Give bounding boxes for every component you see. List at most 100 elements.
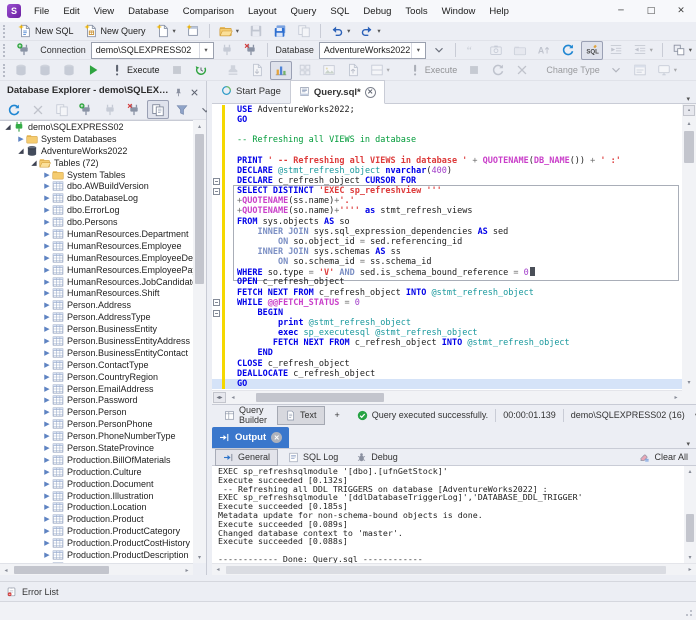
tree-item-production-culture[interactable]: ▶ Production.Culture	[0, 466, 193, 478]
caret-down-icon[interactable]: ▾	[347, 27, 350, 35]
scroll-down-icon[interactable]: ▾	[684, 552, 696, 563]
refresh-gray-button[interactable]	[487, 61, 509, 80]
tree-item-person-emailaddress[interactable]: ▶ Person.EmailAddress	[0, 383, 193, 395]
caret-down-icon[interactable]: ▾	[387, 66, 390, 74]
menu-window[interactable]: Window	[435, 3, 483, 20]
collapsed-arrow-icon[interactable]: ▶	[42, 242, 52, 250]
output-overflow-caret-icon[interactable]: ▾	[680, 440, 696, 448]
tree-item-system-tables[interactable]: ▶ System Tables	[0, 169, 193, 181]
tree-horizontal-scrollbar[interactable]: ◂ ▸	[0, 563, 193, 575]
overflow-caret-button[interactable]	[428, 41, 450, 60]
save-all-button[interactable]	[269, 22, 291, 41]
scroll-left-icon[interactable]: ◂	[0, 564, 12, 576]
toolbar-grip[interactable]	[3, 24, 9, 38]
menu-query[interactable]: Query	[284, 3, 324, 20]
execute-button[interactable]: Execute	[106, 61, 164, 80]
collapsed-arrow-icon[interactable]: ▶	[42, 361, 52, 369]
tree-item-person-businessentitycontact[interactable]: ▶ Person.BusinessEntityContact	[0, 347, 193, 359]
scroll-down-icon[interactable]: ▾	[682, 376, 696, 388]
menu-database[interactable]: Database	[121, 3, 176, 20]
tree-item-system-databases[interactable]: ▶ System Databases	[0, 133, 193, 145]
filter-button[interactable]	[171, 100, 193, 119]
collapsed-arrow-icon[interactable]: ▶	[42, 551, 52, 559]
close-button[interactable]: ✕	[666, 0, 696, 22]
menu-debug[interactable]: Debug	[356, 3, 398, 20]
text-case-button[interactable]: A	[533, 41, 555, 60]
tree-item-person-stateprovince[interactable]: ▶ Person.StateProvince	[0, 442, 193, 454]
new-connection-button[interactable]	[13, 41, 35, 60]
tree-item-production-location[interactable]: ▶ Production.Location	[0, 502, 193, 514]
redo-button[interactable]: ▾	[356, 22, 384, 41]
tree-item-tables-72[interactable]: ◢ Tables (72)	[0, 157, 193, 169]
scrollbar-thumb[interactable]	[256, 393, 384, 402]
output-tab-debug[interactable]: Debug	[348, 449, 406, 466]
undo-button[interactable]: ▾	[326, 22, 354, 41]
snippet-button[interactable]	[485, 41, 507, 60]
caret-down-icon[interactable]: ▾	[689, 46, 692, 54]
new-sql-button[interactable]: New SQL	[14, 22, 78, 41]
new-connection-button[interactable]	[75, 100, 97, 119]
split-window-button[interactable]: ▾	[366, 61, 394, 80]
export-results-button[interactable]	[246, 61, 268, 80]
collapsed-arrow-icon[interactable]: ▶	[42, 325, 52, 333]
collapsed-arrow-icon[interactable]: ▶	[42, 349, 52, 357]
history-button[interactable]	[190, 61, 212, 80]
resize-grip[interactable]	[683, 607, 693, 617]
scrollbar-thumb[interactable]	[226, 566, 666, 574]
outdent-button[interactable]	[605, 41, 627, 60]
tree-item-humanresources-jobcandidate[interactable]: ▶ HumanResources.JobCandidate	[0, 276, 193, 288]
menu-tools[interactable]: Tools	[398, 3, 434, 20]
scrollbar-thumb[interactable]	[686, 514, 694, 542]
refresh-button[interactable]	[557, 41, 579, 60]
tree-item-person-countryregion[interactable]: ▶ Person.CountryRegion	[0, 371, 193, 383]
split-handle[interactable]: ◂▸	[213, 392, 226, 403]
code-text[interactable]: USE AdventureWorks2022; GO -- Refreshing a…	[237, 105, 621, 389]
tree-item-humanresources-employee[interactable]: ▶ HumanResources.Employee	[0, 240, 193, 252]
scroll-up-icon[interactable]: ▴	[193, 120, 206, 132]
tree-item-adventureworks2022[interactable]: ◢ AdventureWorks2022	[0, 145, 193, 157]
indent-button[interactable]: ▾	[629, 41, 657, 60]
collapse-region-icon[interactable]	[213, 309, 220, 317]
caret-down-icon[interactable]: ▾	[650, 46, 653, 54]
output-close-icon[interactable]: ✕	[271, 432, 283, 443]
output-tab-general[interactable]: General	[215, 448, 279, 466]
window-button[interactable]: ▾	[691, 61, 696, 80]
scroll-left-icon[interactable]: ◂	[212, 564, 224, 575]
database-session-button[interactable]	[10, 61, 32, 80]
overflow-caret-button[interactable]	[605, 61, 627, 80]
connect-button[interactable]	[216, 41, 238, 60]
sql-editor[interactable]: USE AdventureWorks2022; GO -- Refreshing a…	[212, 104, 682, 390]
pin-icon[interactable]	[173, 84, 186, 97]
output-log[interactable]: EXEC sp_refreshsqlmodule '[dbo].[ufnGetS…	[212, 466, 684, 563]
collapse-region-icon[interactable]	[213, 187, 220, 195]
tree-item-person-addresstype[interactable]: ▶ Person.AddressType	[0, 311, 193, 323]
database-session-button[interactable]	[58, 61, 80, 80]
collapsed-arrow-icon[interactable]: ▶	[42, 206, 52, 214]
split-editor-handle[interactable]: ▪	[683, 105, 695, 116]
stop-button[interactable]	[463, 61, 485, 80]
demo-sqlexpress02-combobox[interactable]: demo\SQLEXPRESS02 ▾	[90, 41, 214, 59]
collapsed-arrow-icon[interactable]: ▶	[42, 218, 52, 226]
collapsed-arrow-icon[interactable]: ▶	[16, 135, 26, 143]
view-tab-[interactable]: +	[327, 406, 348, 425]
close-icon[interactable]	[189, 84, 202, 97]
collapsed-arrow-icon[interactable]: ▶	[42, 385, 52, 393]
tree-item-production-product[interactable]: ▶ Production.Product	[0, 513, 193, 525]
expanded-arrow-icon[interactable]: ◢	[29, 159, 39, 167]
output-horizontal-scrollbar[interactable]: ◂ ▸	[212, 563, 696, 575]
error-list-bar[interactable]: Error List	[0, 581, 696, 602]
collapsed-arrow-icon[interactable]: ▶	[42, 266, 52, 274]
combobox-caret-icon[interactable]: ▾	[198, 42, 213, 58]
collapsed-arrow-icon[interactable]: ▶	[42, 468, 52, 476]
collapsed-arrow-icon[interactable]: ▶	[42, 515, 52, 523]
tab-start-page[interactable]: Start Page	[212, 79, 290, 103]
collapsed-arrow-icon[interactable]: ▶	[42, 313, 52, 321]
new-query-button[interactable]: New Query	[80, 22, 150, 41]
play-button[interactable]	[82, 61, 104, 80]
output-vertical-scrollbar[interactable]: ▴ ▾	[684, 466, 696, 563]
tab-output[interactable]: Output ✕	[212, 427, 290, 448]
collapsed-arrow-icon[interactable]: ▶	[42, 289, 52, 297]
collapse-region-icon[interactable]	[213, 299, 220, 307]
tree-item-production-productcategory[interactable]: ▶ Production.ProductCategory	[0, 525, 193, 537]
collapsed-arrow-icon[interactable]: ▶	[42, 444, 52, 452]
